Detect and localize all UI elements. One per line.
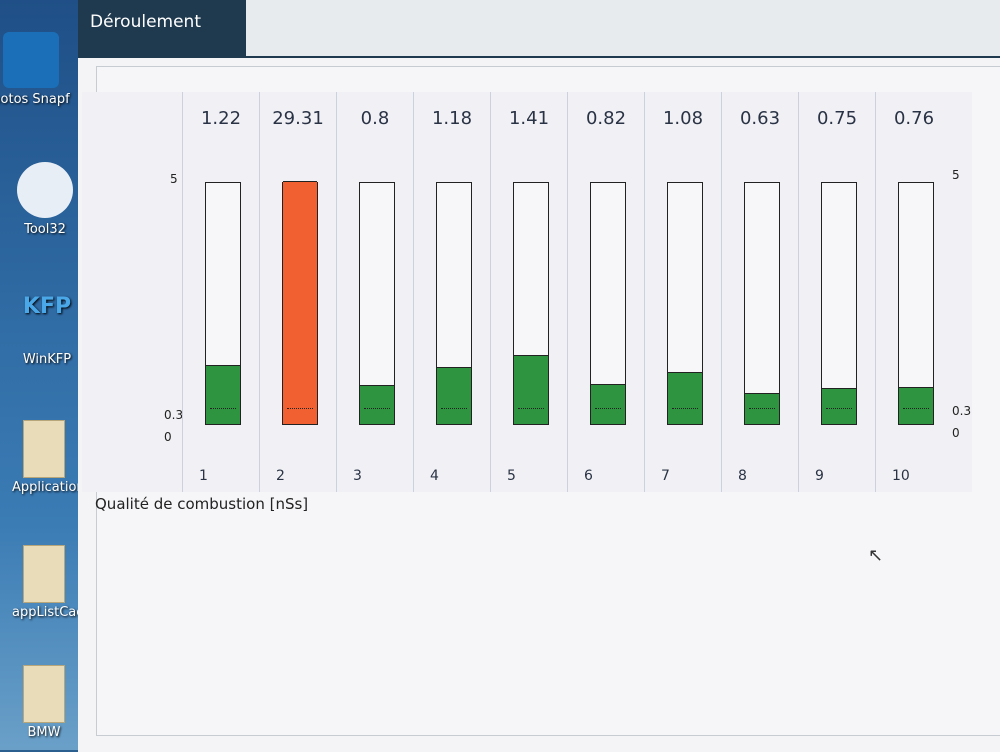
data-value-label: 29.31 xyxy=(272,108,324,129)
threshold-line xyxy=(518,408,544,409)
cylinder-bar-fill xyxy=(437,367,471,424)
cylinder-index-label: 10 xyxy=(892,468,910,484)
cylinder-bar xyxy=(282,181,318,425)
chart-x-axis-label: Qualité de combustion [nSs] xyxy=(95,495,309,513)
cylinder-index-label: 1 xyxy=(199,468,208,484)
threshold-line xyxy=(364,408,390,409)
cylinder-bar xyxy=(744,182,780,425)
chart-column: 0.75 9 xyxy=(798,92,875,492)
cylinder-index-label: 5 xyxy=(507,468,516,484)
cylinder-bar-fill xyxy=(360,385,394,424)
mouse-cursor-icon: ↖ xyxy=(868,545,884,566)
cylinder-bar xyxy=(898,182,934,425)
cylinder-index-label: 4 xyxy=(430,468,439,484)
cylinder-index-label: 3 xyxy=(353,468,362,484)
cylinder-index-label: 7 xyxy=(661,468,670,484)
data-value-label: 0.82 xyxy=(585,108,627,129)
cylinder-bar xyxy=(667,182,703,425)
y-tick-left-label: 5 xyxy=(170,172,178,186)
cylinder-bar xyxy=(436,182,472,425)
desktop-icon-photos[interactable]: hotos Snapf xyxy=(0,32,76,107)
desktop-icon-label: appListCach xyxy=(12,605,92,620)
tab-deroulement[interactable]: Déroulement xyxy=(78,0,246,56)
folder-icon xyxy=(23,545,65,603)
cylinder-bar-fill xyxy=(514,355,548,424)
threshold-line xyxy=(672,408,698,409)
cylinder-index-label: 6 xyxy=(584,468,593,484)
threshold-line xyxy=(749,408,775,409)
threshold-line xyxy=(210,408,236,409)
chart-column: 0.76 10 xyxy=(875,92,952,492)
data-value-label: 1.41 xyxy=(508,108,550,129)
data-value-label: 1.22 xyxy=(200,108,242,129)
threshold-line xyxy=(287,408,313,409)
chart-column: 1.08 7 xyxy=(644,92,721,492)
kfp-logo-icon: KFP xyxy=(22,294,72,319)
threshold-line xyxy=(595,408,621,409)
chart-column: 0.63 8 xyxy=(721,92,798,492)
cylinder-bar-fill xyxy=(668,372,702,424)
y-tick-right-label: 0.3 xyxy=(952,404,972,418)
cylinder-bar-fill xyxy=(206,365,240,424)
cylinder-index-label: 9 xyxy=(815,468,824,484)
cylinder-bar-fill xyxy=(822,388,856,424)
photos-app-icon xyxy=(3,32,59,88)
data-value-label: 0.76 xyxy=(893,108,935,129)
y-tick-left-label: 0 xyxy=(164,430,172,444)
threshold-line xyxy=(826,408,852,409)
data-value-label: 0.75 xyxy=(816,108,858,129)
combustion-quality-chart: 5 0.3 0 5 0.3 0 1.22 1 29.31 2 0.8 3 1.18 4 1.41 5 0.82 6… xyxy=(82,92,972,492)
cylinder-bar xyxy=(821,182,857,425)
cylinder-index-label: 8 xyxy=(738,468,747,484)
data-value-label: 0.8 xyxy=(360,108,390,129)
y-tick-left-label: 0.3 xyxy=(164,408,184,422)
chart-column: 1.22 1 xyxy=(182,92,259,492)
data-value-label: 1.18 xyxy=(431,108,473,129)
cylinder-bar-fill xyxy=(591,384,625,424)
y-tick-right-label: 5 xyxy=(952,168,960,182)
data-value-label: 1.08 xyxy=(662,108,704,129)
desktop-icon-label: BMW xyxy=(27,725,61,740)
data-value-label: 0.63 xyxy=(739,108,781,129)
cylinder-bar xyxy=(359,182,395,425)
desktop-icon-tool32[interactable]: Tool32 xyxy=(0,162,90,237)
cylinder-index-label: 2 xyxy=(276,468,285,484)
desktop-folder-bmw[interactable]: BMW xyxy=(12,665,76,740)
desktop-icon-label: Tool32 xyxy=(24,222,66,237)
chart-column: 0.8 3 xyxy=(336,92,413,492)
cylinder-bar xyxy=(205,182,241,425)
chart-column: 0.82 6 xyxy=(567,92,644,492)
eye-icon xyxy=(17,162,73,218)
cylinder-bar-fill xyxy=(283,181,317,424)
cylinder-bar xyxy=(590,182,626,425)
desktop-icon-label: hotos Snapf xyxy=(0,92,70,107)
folder-icon xyxy=(23,420,65,478)
chart-column: 1.18 4 xyxy=(413,92,490,492)
folder-icon xyxy=(23,665,65,723)
desktop-icon-label: Application xyxy=(12,480,85,495)
chart-column: 29.31 2 xyxy=(259,92,336,492)
desktop-folder-applistcache[interactable]: appListCach xyxy=(12,545,92,620)
threshold-line xyxy=(903,408,929,409)
y-tick-right-label: 0 xyxy=(952,426,960,440)
cylinder-bar-fill xyxy=(899,387,933,424)
chart-column: 1.41 5 xyxy=(490,92,567,492)
cylinder-bar xyxy=(513,182,549,425)
desktop-folder-application[interactable]: Application xyxy=(12,420,85,495)
threshold-line xyxy=(441,408,467,409)
